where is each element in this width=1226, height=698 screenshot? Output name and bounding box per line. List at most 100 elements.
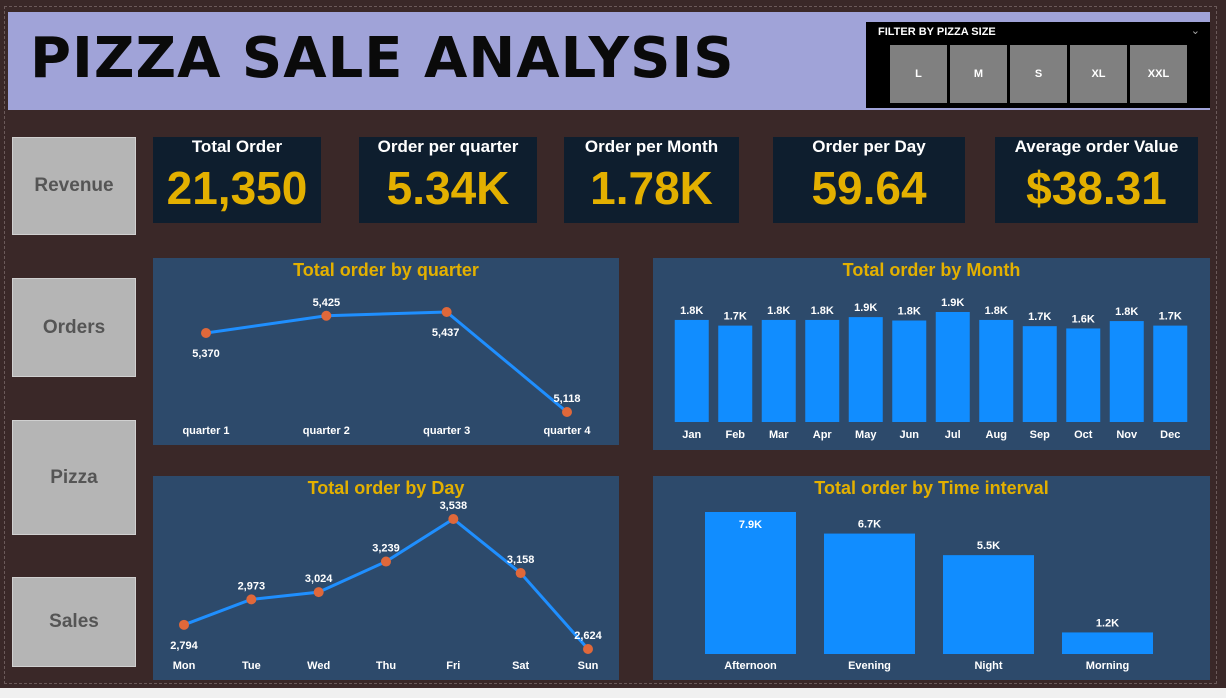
data-point xyxy=(321,310,332,321)
data-label: 1.8K xyxy=(767,305,790,317)
bar xyxy=(1022,326,1057,422)
nav-sales-button[interactable]: Sales xyxy=(12,577,136,667)
axis-tick-label: Sat xyxy=(512,660,529,672)
kpi-value: 5.34K xyxy=(386,162,510,214)
chart-time-svg: 7.9K Afternoon 6.7K Evening 5.5K Night 1.2K Mor… xyxy=(705,512,1153,672)
bar xyxy=(805,319,840,422)
axis-tick-label: quarter 1 xyxy=(182,425,229,437)
data-label: 3,158 xyxy=(507,554,535,566)
chart-panel-month: Total order by Month 1.8K Jan 1.7K Feb 1.8K M… xyxy=(653,258,1210,450)
data-label: 3,239 xyxy=(372,543,400,555)
size-button-m[interactable]: M xyxy=(950,45,1007,103)
chart-panel-day: Total order by Day 2,794 Mon 2,973 Tue 3,024… xyxy=(153,476,619,680)
data-label: 1.6K xyxy=(1072,313,1095,325)
axis-tick-label: Nov xyxy=(1116,429,1138,441)
chart-quarter-svg: 5,370 quarter 1 5,425 quarter 2 5,437 quarter… xyxy=(182,297,591,437)
data-label: 1.8K xyxy=(898,306,921,318)
data-point xyxy=(201,328,211,339)
axis-tick-label: Thu xyxy=(376,660,396,672)
data-point xyxy=(448,514,459,524)
data-label: 1.2K xyxy=(1096,617,1119,629)
sheet-tab-strip xyxy=(0,688,1226,698)
kpi-label: Order per Day xyxy=(812,137,926,156)
data-label: 1.8K xyxy=(985,305,1008,317)
kpi-card-order-per-day: Order per Day 59.64 xyxy=(773,137,965,223)
axis-tick-label: Evening xyxy=(848,660,891,672)
kpi-label: Order per Month xyxy=(584,137,719,156)
data-label: 3,538 xyxy=(440,500,468,512)
chart-panel-time-interval: Total order by Time interval 7.9K Afterno… xyxy=(653,476,1210,680)
data-point xyxy=(562,407,572,417)
chart-panel-quarter: Total order by quarter 5,370 quarter 1 5,4… xyxy=(153,258,619,445)
axis-tick-label: Fri xyxy=(446,660,460,672)
data-point xyxy=(179,619,189,630)
kpi-label: Average order Value xyxy=(1014,137,1179,156)
chart-day-svg: 2,794 Mon 2,973 Tue 3,024 Wed 3,239 Thu 3,538 Fri… xyxy=(170,500,602,672)
axis-tick-label: quarter 2 xyxy=(303,425,350,437)
axis-tick-label: Oct xyxy=(1074,429,1093,441)
axis-tick-label: Aug xyxy=(986,429,1007,441)
data-label: 1.7K xyxy=(1028,311,1051,323)
size-button-l[interactable]: L xyxy=(890,45,947,103)
data-label: 1.8K xyxy=(1115,306,1138,318)
data-label: 1.8K xyxy=(680,305,703,317)
bar xyxy=(718,325,753,422)
axis-tick-label: Sep xyxy=(1030,429,1050,441)
axis-tick-label: Jul xyxy=(945,429,961,441)
axis-tick-label: Apr xyxy=(813,429,833,441)
bar xyxy=(979,319,1014,422)
data-point xyxy=(583,644,593,654)
axis-tick-label: Mon xyxy=(173,660,196,672)
axis-tick-label: Morning xyxy=(1086,660,1129,672)
pizza-size-slicer: FILTER BY PIZZA SIZE ⌄ L M S XL XXL xyxy=(866,22,1210,108)
kpi-value: 21,350 xyxy=(166,162,308,214)
bar xyxy=(705,512,796,654)
series-line xyxy=(205,310,568,414)
data-label: 5,425 xyxy=(313,297,341,309)
bar xyxy=(761,319,796,422)
data-label: 1.9K xyxy=(941,297,964,309)
chevron-down-icon[interactable]: ⌄ xyxy=(1191,24,1200,37)
nav-orders-button[interactable]: Orders xyxy=(12,278,136,377)
bar xyxy=(674,319,709,422)
bar xyxy=(1062,632,1153,654)
kpi-label: Order per quarter xyxy=(377,137,519,156)
bar xyxy=(1109,321,1144,422)
data-label: 5,118 xyxy=(554,393,581,405)
data-point xyxy=(246,594,257,605)
axis-tick-label: May xyxy=(855,429,877,441)
kpi-card-order-per-quarter: Order per quarter 5.34K xyxy=(359,137,537,223)
axis-tick-label: Sun xyxy=(578,660,599,672)
page-title: PIZZA SALE ANALYSIS xyxy=(30,26,735,91)
kpi-card-order-per-month: Order per Month 1.78K xyxy=(564,137,739,223)
bar xyxy=(1066,328,1101,422)
data-label: 5.5K xyxy=(977,540,1000,552)
bar xyxy=(935,312,970,422)
data-label: 6.7K xyxy=(858,519,881,531)
bar xyxy=(848,317,883,422)
data-label: 5,370 xyxy=(192,348,220,360)
nav-pizza-button[interactable]: Pizza xyxy=(12,420,136,535)
chart-month-svg: 1.8K Jan 1.7K Feb 1.8K Mar 1.8K Apr 1.9K May 1.8K J… xyxy=(674,297,1188,441)
data-point xyxy=(381,556,391,567)
data-point xyxy=(313,587,324,598)
axis-tick-label: Tue xyxy=(242,660,261,672)
axis-tick-label: Night xyxy=(974,660,1002,672)
data-label: 1.9K xyxy=(854,302,877,314)
size-button-s[interactable]: S xyxy=(1010,45,1067,103)
nav-revenue-button[interactable]: Revenue xyxy=(12,137,136,235)
data-label: 1.7K xyxy=(1159,311,1182,323)
axis-tick-label: Mar xyxy=(769,429,789,441)
slicer-title: FILTER BY PIZZA SIZE xyxy=(878,26,996,38)
data-label: 7.9K xyxy=(739,519,762,531)
bar xyxy=(943,555,1034,654)
axis-tick-label: Afternoon xyxy=(724,660,777,672)
axis-tick-label: quarter 3 xyxy=(423,425,470,437)
data-label: 1.8K xyxy=(811,305,834,317)
size-button-xxl[interactable]: XXL xyxy=(1130,45,1187,103)
data-label: 1.7K xyxy=(724,311,747,323)
dashboard-canvas: PIZZA SALE ANALYSIS FILTER BY PIZZA SIZE… xyxy=(0,0,1226,698)
axis-tick-label: Jan xyxy=(682,429,701,441)
data-label: 5,437 xyxy=(432,327,460,339)
size-button-xl[interactable]: XL xyxy=(1070,45,1127,103)
